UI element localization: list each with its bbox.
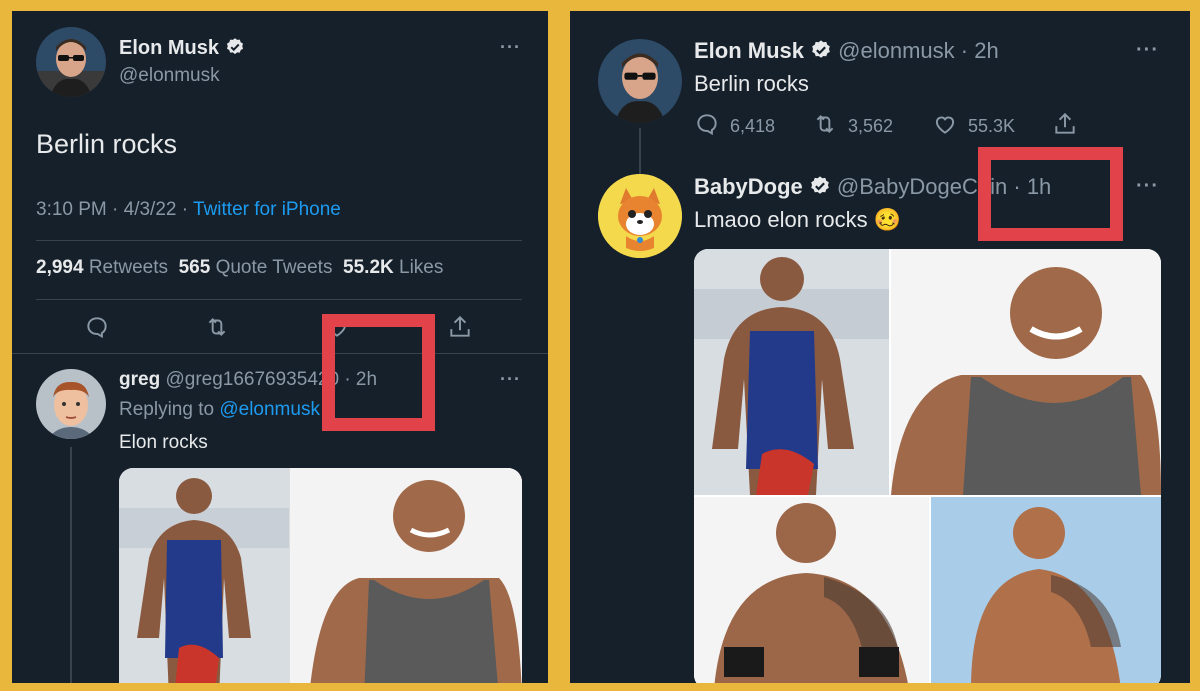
thread-line [639,128,641,174]
retweets-stat[interactable]: 2,994 Retweets [36,257,168,278]
reply-text: Lmaoo elon rocks 🥴 [694,207,902,232]
author-name[interactable]: Elon Musk [694,38,804,63]
tweet-timestamp: 3:10 PM · 4/3/22 · [36,199,194,220]
tweet-text: Berlin rocks [36,129,178,159]
verified-badge-icon [225,37,245,57]
reply-text: Elon rocks [119,432,208,453]
quotes-label: Quote Tweets [215,257,333,278]
verified-badge-icon [810,39,832,61]
replying-to-handle[interactable]: @elonmusk [219,399,320,420]
tweet-meta: 3:10 PM · 4/3/22 · Twitter for iPhone [36,199,341,221]
media-image-4[interactable] [931,497,1161,683]
likes-count: 55.2K [343,257,394,278]
retweets-count: 2,994 [36,257,84,278]
highlight-box-timestamp [322,314,435,431]
reply-author-name[interactable]: greg [119,369,160,390]
divider [36,240,522,241]
quotes-stat[interactable]: 565 Quote Tweets [179,257,333,278]
left-screenshot-panel: Elon Musk @elonmusk ··· Berlin rocks 3:1… [12,11,548,683]
reply-media-grid [694,249,1161,683]
elon-avatar[interactable] [598,39,682,123]
author-handle[interactable]: @elonmusk [119,65,220,87]
engagement-stats: 2,994 Retweets 565 Quote Tweets 55.2K Li… [36,257,443,279]
verified-badge-icon [809,175,831,197]
tweet-timestamp[interactable]: · 2h [961,38,999,63]
elon-avatar[interactable] [36,27,106,97]
greg-avatar[interactable] [36,369,106,439]
replying-to: Replying to @elonmusk [119,399,320,421]
right-screenshot-panel: Elon Musk @elonmusk · 2h ··· Berlin rock… [570,11,1190,683]
reply-icon[interactable] [84,314,110,345]
tweet-text: Berlin rocks [694,71,809,96]
author-name[interactable]: Elon Musk [119,37,219,59]
reply-icon[interactable] [694,111,720,142]
like-count: 55.3K [968,116,1016,136]
reply-count: 6,418 [730,116,776,136]
like-icon[interactable] [932,111,958,142]
media-image-3[interactable] [694,497,929,683]
divider [36,299,522,300]
replying-to-label: Replying to [119,399,220,420]
more-icon[interactable]: ··· [1136,175,1159,198]
retweets-label: Retweets [88,257,169,278]
author-handle[interactable]: @elonmusk [838,38,955,63]
media-image-1[interactable] [694,249,889,495]
retweet-count: 3,562 [848,116,894,136]
more-icon[interactable]: ··· [500,37,521,58]
share-icon[interactable] [447,314,473,345]
babydoge-avatar[interactable] [598,174,682,258]
reply-media-image[interactable] [119,468,522,683]
share-icon[interactable] [1052,111,1078,142]
tweet-header: Elon Musk @elonmusk · 2h [694,38,999,64]
divider [12,353,548,354]
retweet-icon[interactable] [812,111,838,142]
more-icon[interactable]: ··· [500,369,521,390]
more-icon[interactable]: ··· [1136,39,1159,62]
reply-action[interactable]: 6,418 [694,111,775,142]
tweet-header: Elon Musk [119,37,245,60]
retweet-icon[interactable] [204,314,230,345]
reply-author-handle[interactable]: @greg16676935420 [165,369,339,390]
retweet-action[interactable]: 3,562 [812,111,893,142]
likes-label: Likes [399,257,444,278]
highlight-box-timestamp [978,147,1123,241]
media-image-2[interactable] [891,249,1161,495]
likes-stat[interactable]: 55.2K Likes [343,257,443,278]
tweet-source-link[interactable]: Twitter for iPhone [193,199,341,220]
thread-line [70,447,72,683]
quotes-count: 565 [178,257,211,278]
reply-author-name[interactable]: BabyDoge [694,174,803,199]
like-action[interactable]: 55.3K [932,111,1015,142]
